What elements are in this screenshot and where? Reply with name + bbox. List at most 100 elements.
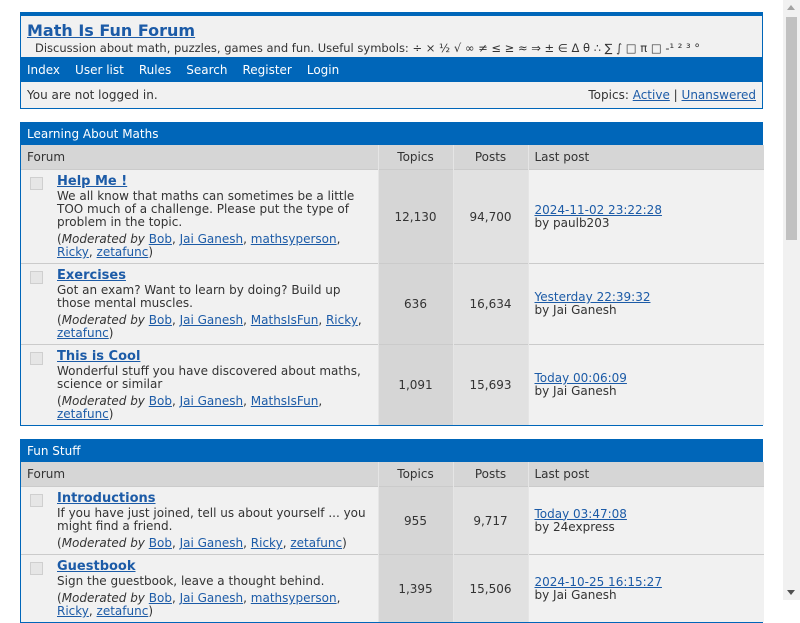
moderators-line: (Moderated by Bob, Jai Ganesh, mathsyper… <box>57 591 341 618</box>
posts-count: 15,506 <box>452 554 528 622</box>
column-header-posts: Posts <box>452 145 528 170</box>
last-post-cell: Yesterday 22:39:32 by Jai Ganesh <box>527 263 764 345</box>
nav-link-user-list[interactable]: User list <box>75 63 124 77</box>
moderated-by-label: Moderated by <box>61 232 145 246</box>
posts-count: 9,717 <box>452 486 528 555</box>
category-title: Fun Stuff <box>21 440 762 462</box>
moderator-link[interactable]: Ricky <box>326 313 358 327</box>
moderator-link[interactable]: Jai Ganesh <box>180 232 244 246</box>
moderator-link[interactable]: Jai Ganesh <box>180 313 244 327</box>
forum-row: Help Me ! We all know that maths can some… <box>21 169 764 264</box>
moderator-link[interactable]: zetafunc <box>97 604 149 618</box>
moderator-link[interactable]: mathsyperson <box>251 591 337 605</box>
moderator-link[interactable]: Bob <box>149 536 172 550</box>
moderator-link[interactable]: Bob <box>149 232 172 246</box>
nav-link-register[interactable]: Register <box>242 63 291 77</box>
category-section: Fun Stuff Forum Topics Posts Last post Introd… <box>20 439 764 623</box>
moderated-by-label: Moderated by <box>61 591 145 605</box>
topics-count: 636 <box>377 263 453 345</box>
forum-info-cell: Exercises Got an exam? Want to learn by d… <box>21 263 378 345</box>
moderated-by-label: Moderated by <box>61 313 145 327</box>
moderator-link[interactable]: Bob <box>149 313 172 327</box>
forum-title-link[interactable]: Exercises <box>57 268 126 283</box>
moderator-link[interactable]: zetafunc <box>57 407 109 421</box>
moderator-link[interactable]: Bob <box>149 394 172 408</box>
topics-count: 12,130 <box>377 169 453 264</box>
scroll-up-arrow-icon[interactable] <box>787 5 795 10</box>
moderator-link[interactable]: zetafunc <box>97 245 149 259</box>
column-header-topics: Topics <box>377 462 453 487</box>
vertical-scrollbar[interactable] <box>783 0 800 600</box>
forum-info-cell: Guestbook Sign the guestbook, leave a tho… <box>21 554 378 622</box>
last-post-cell: Today 03:47:08 by 24express <box>527 486 764 555</box>
page-wrapper: Math Is Fun Forum Discussion about math,… <box>20 12 764 623</box>
moderators-line: (Moderated by Bob, Jai Ganesh, mathsyper… <box>57 232 341 259</box>
category-list: Learning About Maths Forum Topics Posts Last… <box>20 122 764 623</box>
forum-body: Introductions If you have just joined, te… <box>57 491 372 550</box>
column-header-forum: Forum <box>21 462 378 487</box>
posts-count: 94,700 <box>452 169 528 264</box>
forum-title-link[interactable]: This is Cool <box>57 349 140 364</box>
last-post-link[interactable]: 2024-11-02 23:22:28 <box>535 203 662 217</box>
moderator-link[interactable]: Ricky <box>57 245 89 259</box>
moderators-line: (Moderated by Bob, Jai Ganesh, Ricky, ze… <box>57 536 347 550</box>
board-description: Discussion about math, puzzles, games an… <box>35 41 701 55</box>
forum-info-cell: Help Me ! We all know that maths can some… <box>21 169 378 264</box>
column-header-topics: Topics <box>377 145 453 170</box>
moderator-link[interactable]: zetafunc <box>57 326 109 340</box>
forum-table: Forum Topics Posts Last post Introductions If… <box>21 462 764 622</box>
forum-title-link[interactable]: Help Me ! <box>57 174 127 189</box>
moderator-link[interactable]: Jai Ganesh <box>180 536 244 550</box>
forum-row: Introductions If you have just joined, te… <box>21 486 764 555</box>
forum-info-cell: Introductions If you have just joined, te… <box>21 486 378 555</box>
last-post-link[interactable]: Today 00:06:09 <box>535 371 627 385</box>
forum-description: Wonderful stuff you have discovered abou… <box>57 364 361 391</box>
last-post-link[interactable]: Yesterday 22:39:32 <box>535 290 651 304</box>
forum-title-link[interactable]: Introductions <box>57 491 156 506</box>
forum-info: Help Me ! We all know that maths can some… <box>27 174 372 259</box>
last-post-date-wrap: 2024-11-02 23:22:28 <box>535 203 764 217</box>
moderator-link[interactable]: MathsIsFun <box>251 313 319 327</box>
forum-title-link[interactable]: Guestbook <box>57 559 136 574</box>
moderator-link[interactable]: Jai Ganesh <box>180 591 244 605</box>
column-header-posts: Posts <box>452 462 528 487</box>
board-title-link[interactable]: Math Is Fun Forum <box>27 22 195 40</box>
active-topics-link[interactable]: Active <box>633 88 670 102</box>
column-header-last-post: Last post <box>527 145 764 170</box>
forum-status-icon <box>30 177 43 190</box>
scroll-down-arrow-icon[interactable] <box>787 590 795 595</box>
posts-count: 15,693 <box>452 344 528 425</box>
column-header-forum: Forum <box>21 145 378 170</box>
moderator-link[interactable]: Bob <box>149 591 172 605</box>
login-status: You are not logged in. <box>27 88 158 102</box>
moderator-link[interactable]: zetafunc <box>290 536 342 550</box>
last-post-link[interactable]: 2024-10-25 16:15:27 <box>535 575 662 589</box>
moderator-link[interactable]: mathsyperson <box>251 232 337 246</box>
moderator-link[interactable]: Ricky <box>251 536 283 550</box>
category-title: Learning About Maths <box>21 123 762 145</box>
forum-body: Guestbook Sign the guestbook, leave a tho… <box>57 559 372 618</box>
unanswered-topics-link[interactable]: Unanswered <box>682 88 756 102</box>
last-post-author: by Jai Ganesh <box>534 384 617 398</box>
moderated-by-label: Moderated by <box>61 536 145 550</box>
moderator-link[interactable]: Jai Ganesh <box>180 394 244 408</box>
forum-body: Exercises Got an exam? Want to learn by d… <box>57 268 372 340</box>
table-header-row: Forum Topics Posts Last post <box>21 145 764 170</box>
topics-count: 1,091 <box>377 344 453 425</box>
nav-link-rules[interactable]: Rules <box>139 63 171 77</box>
moderator-link[interactable]: MathsIsFun <box>251 394 319 408</box>
nav-link-index[interactable]: Index <box>27 63 60 77</box>
forum-status-icon <box>30 562 43 575</box>
nav-link-login[interactable]: Login <box>307 63 339 77</box>
last-post-cell: 2024-10-25 16:15:27 by Jai Ganesh <box>527 554 764 622</box>
nav-link-search[interactable]: Search <box>186 63 227 77</box>
moderators-line: (Moderated by Bob, Jai Ganesh, MathsIsFu… <box>57 313 362 340</box>
moderator-link[interactable]: Ricky <box>57 604 89 618</box>
last-post-link[interactable]: Today 03:47:08 <box>535 507 627 521</box>
scrollbar-thumb[interactable] <box>786 17 797 240</box>
title-block: Math Is Fun Forum Discussion about math,… <box>21 16 762 57</box>
topics-count: 955 <box>377 486 453 555</box>
column-header-last-post: Last post <box>527 462 764 487</box>
forum-description: Got an exam? Want to learn by doing? Bui… <box>57 283 341 310</box>
forum-row: Guestbook Sign the guestbook, leave a tho… <box>21 554 764 622</box>
